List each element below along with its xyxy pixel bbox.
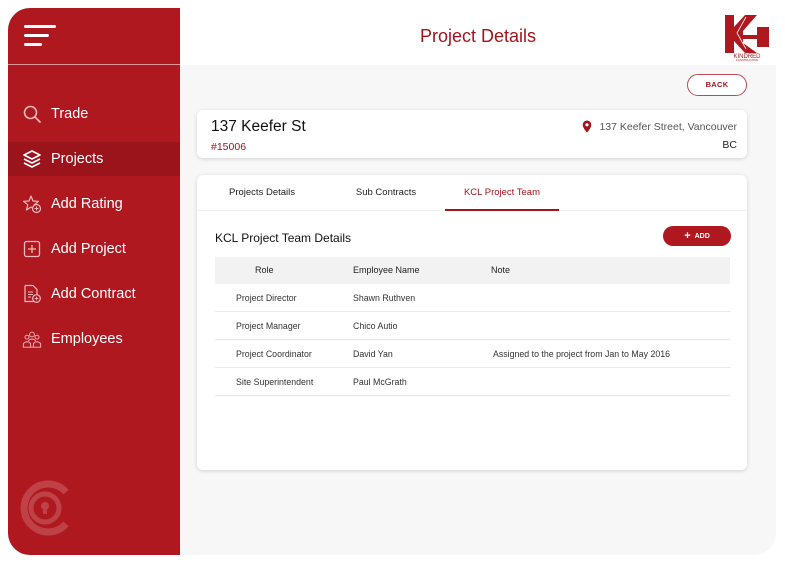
sidebar-item-label: Projects: [51, 151, 104, 167]
project-province: BC: [722, 139, 737, 151]
page-title: Project Details: [419, 26, 537, 46]
tab-projects-details[interactable]: Projects Details: [197, 175, 327, 211]
cell-employee-name: David Yan: [353, 349, 393, 359]
sidebar-item-add-rating[interactable]: Add Rating: [8, 187, 180, 221]
sidebar-item-label: Employees: [51, 331, 123, 347]
cell-note: Assigned to the project from Jan to May …: [493, 349, 671, 359]
star-plus-icon: [22, 194, 42, 214]
sidebar-header: [8, 8, 180, 65]
sidebar: Trade Projects Add Rating Add Project Ad…: [8, 8, 180, 555]
top-header: Project Details KINDRED CONSTRUCTION: [180, 8, 776, 65]
table-header: Role Employee Name Note: [215, 257, 730, 284]
cell-employee-name: Paul McGrath: [353, 377, 407, 387]
column-header-role: Role: [255, 265, 274, 275]
sidebar-item-trade[interactable]: Trade: [8, 97, 180, 131]
column-header-note: Note: [491, 265, 511, 275]
add-button-label: ADD: [694, 233, 710, 240]
table-row[interactable]: Project Manager Chico Autio: [215, 312, 730, 340]
sidebar-item-add-contract[interactable]: Add Contract: [8, 277, 180, 311]
cell-employee-name: Chico Autio: [353, 321, 398, 331]
table-row[interactable]: Site Superintendent Paul McGrath: [215, 368, 730, 396]
team-icon: [22, 329, 42, 349]
plus-icon: +: [684, 230, 691, 242]
cell-role: Project Manager: [236, 321, 301, 331]
sidebar-item-label: Add Contract: [51, 286, 136, 302]
sidebar-nav: Trade Projects Add Rating Add Project Ad…: [8, 97, 180, 367]
hamburger-menu-icon[interactable]: [24, 25, 58, 47]
layers-icon: [22, 149, 42, 169]
project-name: 137 Keefer St: [211, 118, 306, 135]
tab-bar: Projects Details Sub Contracts KCL Proje…: [197, 175, 747, 211]
search-icon: [22, 104, 42, 124]
watermark-logo-icon: [18, 478, 78, 538]
table-row[interactable]: Project Director Shawn Ruthven: [215, 284, 730, 312]
sidebar-item-employees[interactable]: Employees: [8, 322, 180, 356]
cell-role: Project Director: [236, 293, 297, 303]
square-plus-icon: [22, 239, 42, 259]
company-logo: KINDRED CONSTRUCTION: [723, 13, 771, 62]
sidebar-item-label: Trade: [51, 106, 89, 122]
project-tabs-card: Projects Details Sub Contracts KCL Proje…: [197, 175, 747, 470]
sidebar-item-label: Add Rating: [51, 196, 123, 212]
team-table: Role Employee Name Note Project Director…: [215, 257, 730, 396]
document-plus-icon: [22, 284, 42, 304]
sidebar-item-label: Add Project: [51, 241, 126, 257]
cell-role: Site Superintendent: [236, 377, 314, 387]
section-title: KCL Project Team Details: [215, 231, 352, 245]
project-address-text: 137 Keefer Street, Vancouver: [599, 120, 737, 133]
project-summary-card: 137 Keefer St #15006 137 Keefer Street, …: [197, 110, 747, 158]
table-row[interactable]: Project Coordinator David Yan Assigned t…: [215, 340, 730, 368]
tab-kcl-project-team[interactable]: KCL Project Team: [445, 175, 559, 211]
back-button[interactable]: BACK: [687, 74, 747, 96]
kc-logo-icon: KINDRED CONSTRUCTION: [725, 15, 769, 62]
sidebar-item-add-project[interactable]: Add Project: [8, 232, 180, 266]
tab-sub-contracts[interactable]: Sub Contracts: [327, 175, 445, 211]
column-header-employee-name: Employee Name: [353, 265, 420, 275]
cell-employee-name: Shawn Ruthven: [353, 293, 416, 303]
sidebar-item-projects[interactable]: Projects: [8, 142, 180, 176]
cell-role: Project Coordinator: [236, 349, 312, 359]
project-address: 137 Keefer Street, Vancouver: [582, 120, 737, 133]
location-pin-icon: [583, 120, 592, 133]
svg-text:CONSTRUCTION: CONSTRUCTION: [736, 58, 759, 61]
project-number: #15006: [211, 141, 247, 153]
add-team-member-button[interactable]: + ADD: [663, 226, 731, 246]
